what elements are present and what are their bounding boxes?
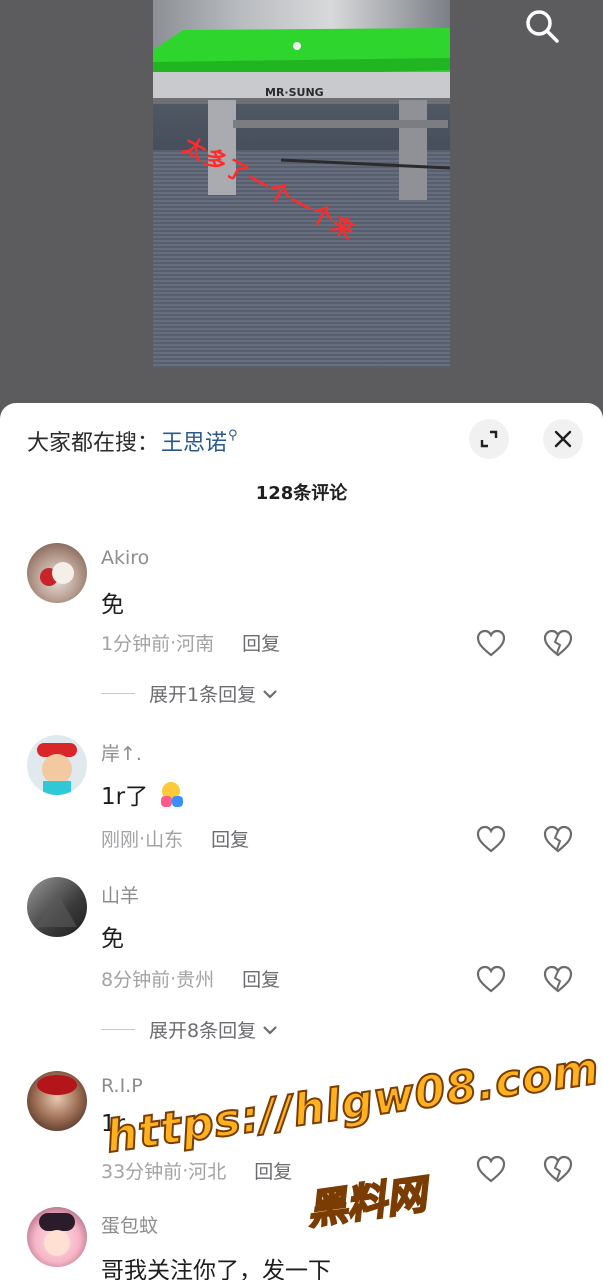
comment-location: 贵州	[176, 969, 215, 991]
reply-button[interactable]: 回复	[242, 629, 280, 656]
avatar[interactable]	[27, 1207, 87, 1267]
hot-search-keyword[interactable]: 王思诺	[161, 425, 227, 457]
comment-text: 1r	[101, 1111, 126, 1137]
comment-time: 1分钟前	[101, 633, 171, 655]
broken-heart-icon	[543, 825, 573, 853]
avatar-image	[39, 1213, 75, 1256]
heart-icon	[476, 965, 506, 993]
comment-username[interactable]: 蛋包蚊	[101, 1211, 158, 1238]
comment-meta: 8分钟前 · 贵州 回复	[101, 965, 280, 992]
search-button[interactable]	[522, 6, 562, 46]
dislike-button[interactable]	[543, 1155, 573, 1183]
comment-item: Akiro 免 1分钟前 · 河南 回复 展开1条回复	[0, 541, 603, 711]
divider	[101, 693, 135, 694]
avatar-image	[37, 1075, 77, 1095]
hug-emoji-icon	[161, 782, 184, 807]
comment-time: 33分钟前	[101, 1161, 183, 1183]
heart-icon	[476, 1155, 506, 1183]
comment-count: 128条评论	[255, 483, 348, 504]
expand-replies-button[interactable]: 展开8条回复	[101, 1016, 278, 1043]
chevron-down-icon	[263, 1025, 277, 1035]
video-frame[interactable]: MR·SUNG 太多了一个一个来	[153, 0, 450, 368]
comment-meta: 33分钟前 · 河北 回复	[101, 1157, 292, 1184]
comment-text: 免	[101, 926, 124, 952]
reply-button[interactable]: 回复	[242, 965, 280, 992]
comment-location: 河北	[188, 1161, 227, 1183]
search-icon	[526, 10, 559, 43]
comment-text: 哥我关注你了，发一下	[101, 1258, 331, 1280]
heart-icon	[476, 825, 506, 853]
dislike-button[interactable]	[543, 965, 573, 993]
close-sheet-button[interactable]	[543, 419, 583, 459]
comment-text-body: 1r了	[101, 784, 149, 810]
expand-icon	[480, 430, 498, 448]
expand-replies-button[interactable]: 展开1条回复	[101, 680, 278, 707]
comment-location: 河南	[176, 633, 215, 655]
comment-text: 免	[101, 592, 124, 618]
comment-item: R.I.P 1r 33分钟前 · 河北 回复	[0, 1071, 603, 1191]
chevron-down-icon	[263, 689, 277, 699]
reply-button[interactable]: 回复	[211, 825, 249, 852]
comment-time: 刚刚	[101, 829, 140, 851]
avatar-image	[37, 892, 77, 927]
comment-username[interactable]: R.I.P	[101, 1075, 143, 1097]
hot-search-bar: 大家都在搜： 王思诺 ⚲	[27, 425, 238, 457]
expand-sheet-button[interactable]	[469, 419, 509, 459]
like-button[interactable]	[476, 825, 506, 853]
close-icon	[554, 430, 572, 448]
video-player[interactable]: MR·SUNG 太多了一个一个来	[0, 0, 603, 410]
comment-username[interactable]: Akiro	[101, 547, 149, 569]
like-button[interactable]	[476, 629, 506, 657]
comment-time: 8分钟前	[101, 969, 171, 991]
like-button[interactable]	[476, 1155, 506, 1183]
comment-username[interactable]: 岸↑.	[101, 739, 142, 766]
broken-heart-icon	[543, 629, 573, 657]
comment-item: 岸↑. 1r了 刚刚 · 山东 回复	[0, 735, 603, 855]
broken-heart-icon	[543, 965, 573, 993]
dislike-button[interactable]	[543, 825, 573, 853]
avatar[interactable]	[27, 1071, 87, 1131]
dislike-button[interactable]	[543, 629, 573, 657]
avatar[interactable]	[27, 543, 87, 603]
broken-heart-icon	[543, 1155, 573, 1183]
comment-text: 1r了	[101, 777, 187, 811]
like-button[interactable]	[476, 965, 506, 993]
comment-meta: 1分钟前 · 河南 回复	[101, 629, 280, 656]
expand-replies-label: 展开8条回复	[149, 1020, 257, 1042]
table-brand: MR·SUNG	[265, 86, 324, 99]
comment-sheet: 大家都在搜： 王思诺 ⚲ 128条评论 Akiro 免 1分钟前 · 河南 回复	[0, 403, 603, 1280]
expand-replies-label: 展开1条回复	[149, 684, 257, 706]
comment-item: 山羊 免 8分钟前 · 贵州 回复 展开8条回复	[0, 877, 603, 1047]
avatar[interactable]	[27, 877, 87, 937]
hot-search-label: 大家都在搜：	[27, 431, 160, 456]
avatar-image	[40, 562, 74, 586]
heart-icon	[476, 629, 506, 657]
comment-item: 蛋包蚊 哥我关注你了，发一下	[0, 1207, 603, 1280]
avatar-image	[37, 743, 77, 795]
reply-button[interactable]: 回复	[254, 1157, 292, 1184]
avatar[interactable]	[27, 735, 87, 795]
comment-meta: 刚刚 · 山东 回复	[101, 825, 249, 852]
divider	[101, 1029, 135, 1030]
magnifier-icon: ⚲	[228, 427, 238, 443]
comment-location: 山东	[145, 829, 184, 851]
comment-username[interactable]: 山羊	[101, 881, 139, 908]
